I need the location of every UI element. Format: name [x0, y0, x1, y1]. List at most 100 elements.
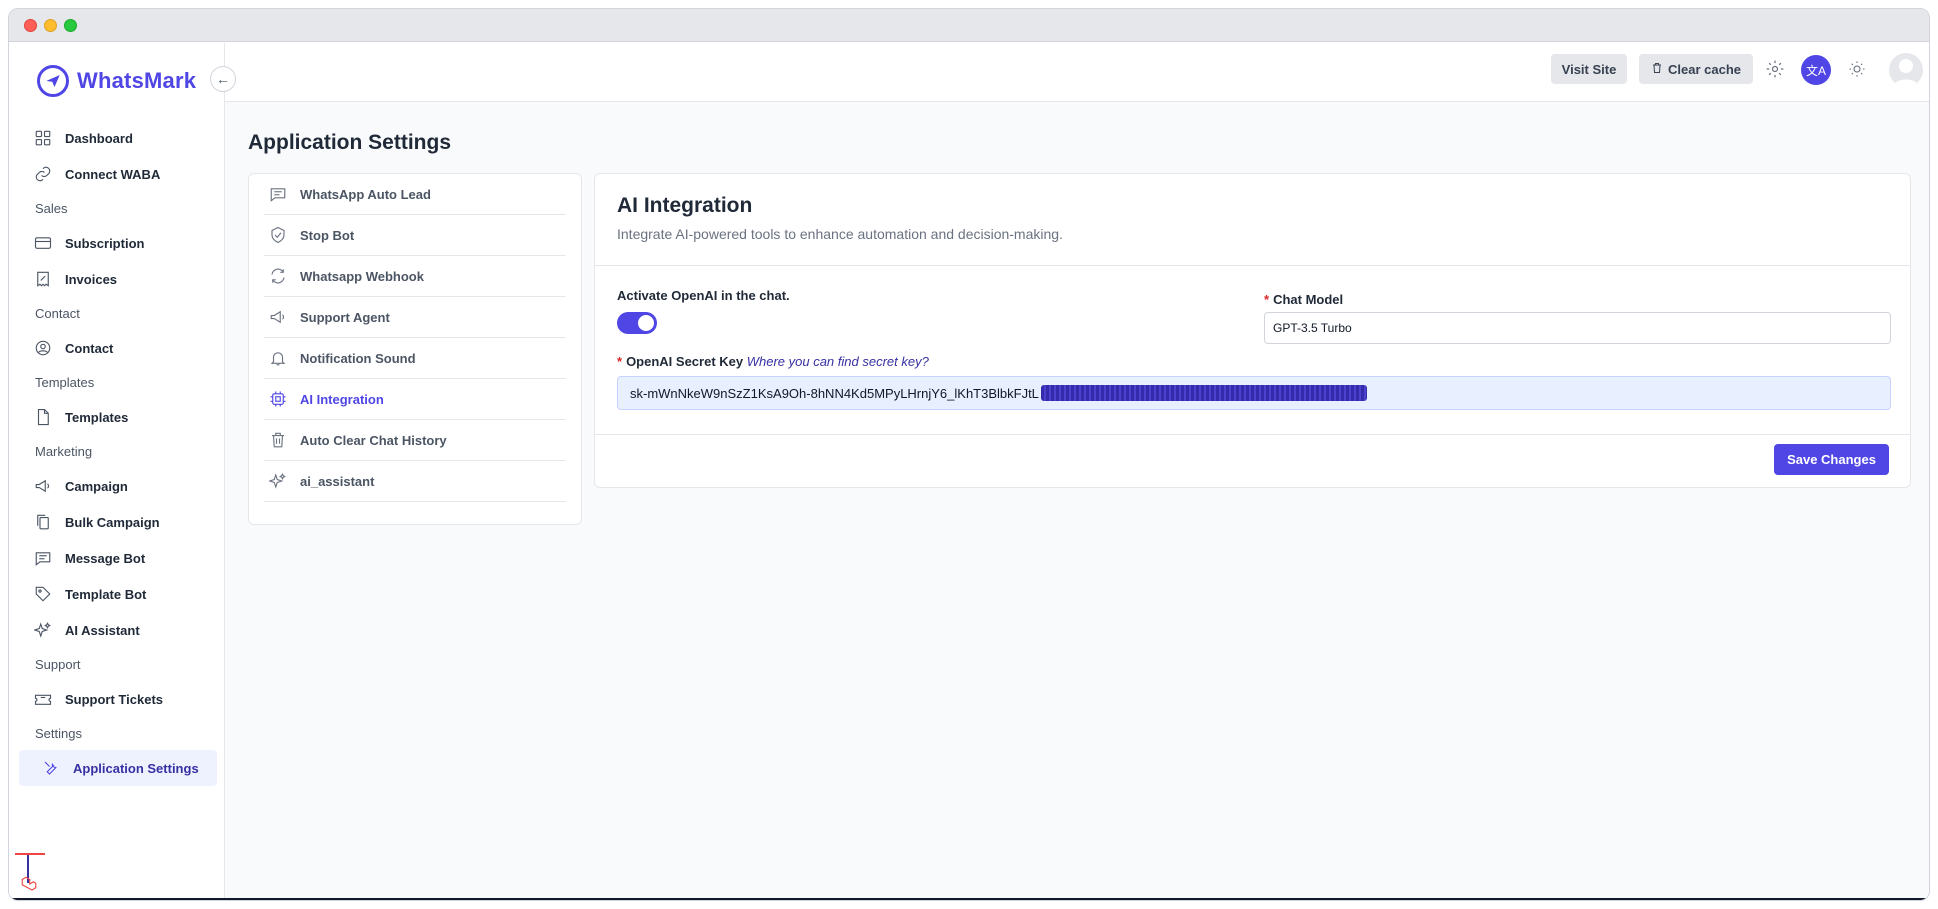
chat-model-label: * Chat Model: [1264, 292, 1343, 307]
sidebar-item-template-bot[interactable]: Template Bot: [9, 576, 225, 612]
chat-model-label-text: Chat Model: [1273, 292, 1344, 307]
laravel-debugbar-icon[interactable]: [17, 872, 41, 896]
menu-item-whatsapp-webhook[interactable]: Whatsapp Webhook: [264, 256, 566, 297]
brand-name: WhatsMark: [77, 68, 197, 93]
browser-window: WhatsMark Dashboard Connect WABA Sales S…: [8, 8, 1930, 901]
activate-openai-toggle[interactable]: [617, 312, 657, 334]
selection-highlight: [1040, 385, 1367, 401]
save-changes-button[interactable]: Save Changes: [1774, 444, 1889, 475]
sidebar-item-ai-assistant[interactable]: AI Assistant: [9, 612, 225, 648]
whatsmark-logo-icon: [37, 65, 69, 97]
close-window-button[interactable]: [24, 19, 37, 32]
wrench-icon: [41, 758, 61, 778]
sun-icon[interactable]: [1845, 57, 1869, 81]
minimize-window-button[interactable]: [44, 19, 57, 32]
cpu-icon: [268, 389, 288, 409]
ticket-icon: [33, 689, 53, 709]
required-mark: *: [617, 354, 623, 369]
logo[interactable]: WhatsMark: [37, 65, 196, 97]
sidebar-section-marketing: Marketing: [35, 444, 93, 459]
menu-item-label: AI Integration: [300, 391, 384, 407]
bell-icon: [268, 348, 288, 368]
sidebar-item-label: Template Bot: [65, 586, 147, 602]
tag-icon: [33, 584, 53, 604]
clear-cache-label: Clear cache: [1668, 61, 1741, 77]
ai-integration-panel: AI Integration Integrate AI-powered tool…: [594, 173, 1911, 488]
menu-item-notification-sound[interactable]: Notification Sound: [264, 338, 566, 379]
menu-item-whatsapp-auto-lead[interactable]: WhatsApp Auto Lead: [264, 174, 566, 215]
sidebar-item-dashboard[interactable]: Dashboard: [9, 120, 225, 156]
menu-item-label: Notification Sound: [300, 350, 416, 366]
sidebar-section-support: Support: [35, 657, 81, 672]
collapse-sidebar-button[interactable]: ←: [210, 66, 236, 92]
topbar: Visit Site Clear cache 文A: [225, 43, 1929, 102]
sidebar-item-label: Subscription: [65, 235, 145, 251]
sidebar-item-templates[interactable]: Templates: [9, 399, 225, 435]
maximize-window-button[interactable]: [64, 19, 77, 32]
openai-secret-key-input[interactable]: sk-mWnNkeW9nSzZ1KsA9Oh-8hNN4Kd5MPyLHrnjY…: [617, 376, 1891, 410]
menu-item-ai-assistant[interactable]: ai_assistant: [264, 461, 566, 502]
sidebar-item-label: Dashboard: [65, 130, 133, 146]
secret-key-label: * OpenAI Secret Key Where you can find se…: [617, 354, 929, 369]
translate-icon: 文A: [1805, 63, 1826, 78]
sidebar-item-label: Connect WABA: [65, 166, 161, 182]
sidebar-section-contact: Contact: [35, 306, 80, 321]
sidebar-item-message-bot[interactable]: Message Bot: [9, 540, 225, 576]
chat-model-value: GPT-3.5 Turbo: [1273, 321, 1352, 335]
visit-site-label: Visit Site: [1561, 61, 1617, 77]
sidebar: WhatsMark Dashboard Connect WABA Sales S…: [9, 43, 225, 900]
sidebar-item-contact[interactable]: Contact: [9, 330, 225, 366]
menu-item-label: Auto Clear Chat History: [300, 432, 447, 448]
menu-item-label: ai_assistant: [300, 473, 375, 489]
menu-item-label: Stop Bot: [300, 227, 355, 243]
sidebar-section-sales: Sales: [35, 201, 68, 216]
sidebar-nav: Dashboard Connect WABA Sales Subscriptio…: [9, 120, 225, 786]
refresh-icon: [268, 266, 288, 286]
window-titlebar: [9, 9, 1929, 42]
sidebar-item-label: Templates: [65, 409, 129, 425]
sidebar-item-subscription[interactable]: Subscription: [9, 225, 225, 261]
activate-openai-label: Activate OpenAI in the chat.: [617, 288, 790, 303]
secret-key-label-text: OpenAI Secret Key: [626, 354, 744, 369]
megaphone-icon: [268, 307, 288, 327]
sidebar-section-settings: Settings: [35, 726, 82, 741]
find-secret-key-link[interactable]: Where you can find secret key?: [747, 354, 929, 369]
menu-item-stop-bot[interactable]: Stop Bot: [264, 215, 566, 256]
menu-item-auto-clear-chat-history[interactable]: Auto Clear Chat History: [264, 420, 566, 461]
card-icon: [33, 233, 53, 253]
settings-menu: WhatsApp Auto Lead Stop Bot Whatsapp Web…: [248, 173, 582, 525]
clear-cache-button[interactable]: Clear cache: [1639, 54, 1753, 84]
user-circle-icon: [33, 338, 53, 358]
sparkles-icon: [268, 471, 288, 491]
trash-icon: [1651, 62, 1663, 77]
sidebar-item-invoices[interactable]: Invoices: [9, 261, 225, 297]
menu-item-support-agent[interactable]: Support Agent: [264, 297, 566, 338]
sidebar-item-label: Campaign: [65, 478, 128, 494]
grid-icon: [33, 128, 53, 148]
user-avatar[interactable]: [1889, 53, 1923, 87]
sidebar-item-label: Invoices: [65, 271, 118, 287]
menu-item-label: Whatsapp Webhook: [300, 268, 424, 284]
required-mark: *: [1264, 292, 1270, 307]
sidebar-section-templates: Templates: [35, 375, 95, 390]
menu-item-ai-integration[interactable]: AI Integration: [264, 379, 566, 420]
panel-body: Activate OpenAI in the chat. * Chat Model…: [595, 266, 1910, 435]
shield-check-icon: [268, 225, 288, 245]
secret-key-value: sk-mWnNkeW9nSzZ1KsA9Oh-8hNN4Kd5MPyLHrnjY…: [630, 385, 1039, 401]
sparkles-icon: [33, 620, 53, 640]
arrow-left-icon: ←: [216, 71, 230, 87]
sidebar-item-campaign[interactable]: Campaign: [9, 468, 225, 504]
sidebar-item-support-tickets[interactable]: Support Tickets: [9, 681, 225, 717]
copy-icon: [33, 512, 53, 532]
sidebar-item-application-settings[interactable]: Application Settings: [19, 750, 217, 786]
sidebar-item-connect-waba[interactable]: Connect WABA: [9, 156, 225, 192]
visit-site-button[interactable]: Visit Site: [1551, 54, 1627, 84]
sidebar-item-bulk-campaign[interactable]: Bulk Campaign: [9, 504, 225, 540]
gear-icon[interactable]: [1763, 57, 1787, 81]
language-switcher-button[interactable]: 文A: [1801, 55, 1831, 85]
sidebar-item-label: Contact: [65, 340, 114, 356]
app: WhatsMark Dashboard Connect WABA Sales S…: [9, 43, 1929, 900]
sidebar-item-label: AI Assistant: [65, 622, 140, 638]
chat-model-select[interactable]: GPT-3.5 Turbo: [1264, 312, 1891, 344]
debug-marker: [15, 853, 45, 855]
